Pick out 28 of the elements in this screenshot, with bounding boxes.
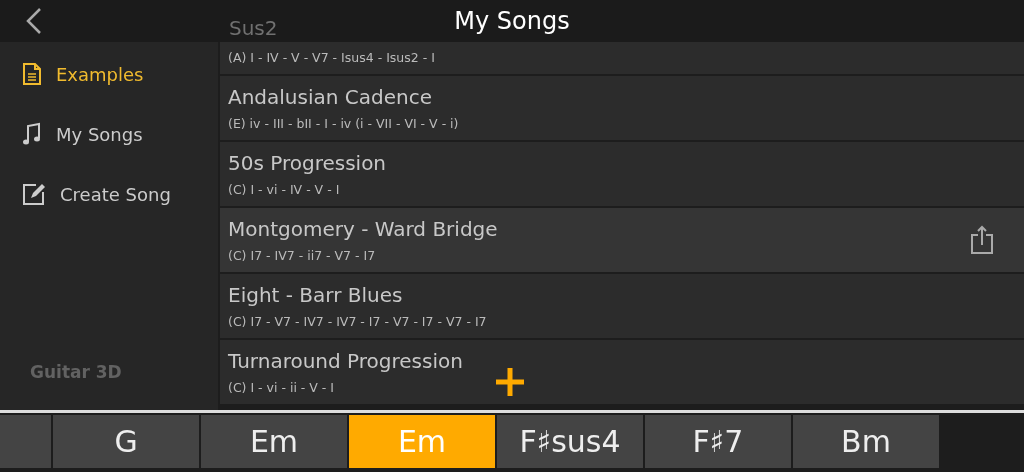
chord-progression: (E) iv - III - bII - I - iv (i - VII - VI - V - i) <box>228 115 459 133</box>
chord-progression: (C) I7 - V7 - IV7 - IV7 - I7 - V7 - I7 - V7 - I7 <box>228 313 487 331</box>
sidebar-item[interactable]: Create Song <box>0 164 218 224</box>
sidebar-item[interactable]: Examples <box>0 44 218 104</box>
song-row[interactable]: 50s Progression (C) I - vi - IV - V - I <box>220 142 1024 206</box>
song-row[interactable]: Turnaround Progression (C) I - vi - ii - V - I <box>220 340 1024 404</box>
song-row[interactable]: Eight - Barr Blues (C) I7 - V7 - IV7 - IV7 - I7 - V7 - I7 - V7 - I7 <box>220 274 1024 338</box>
chord-key[interactable]: G <box>53 415 199 468</box>
chord-progression: (C) I - vi - IV - V - I <box>228 181 341 199</box>
screen-title: My Songs <box>454 7 570 35</box>
chord-progression: (C) I7 - IV7 - ii7 - V7 - I7 <box>228 247 377 265</box>
song-title: Sus2 <box>228 15 278 40</box>
song-row[interactable]: Andalusian Cadence (E) iv - III - bII - I - iv (i - VII - VI - V - i) <box>220 76 1024 140</box>
song-title: Andalusian Cadence <box>228 84 433 111</box>
song-row[interactable]: Montgomery - Ward Bridge (C) I7 - IV7 - ii7 - V7 - I7 <box>220 208 1024 272</box>
song-title: Montgomery - Ward Bridge <box>228 216 498 243</box>
chord-progression: (A) I - IV - V - V7 - Isus4 - Isus2 - I <box>228 49 435 67</box>
chord-key[interactable]: Em <box>201 415 347 468</box>
chord-progression: (C) I - vi - ii - V - I <box>228 379 336 397</box>
chord-key[interactable]: F♯sus4 <box>497 415 643 468</box>
song-title: Turnaround Progression <box>228 348 463 375</box>
song-title: 50s Progression <box>228 150 387 177</box>
chord-key[interactable]: Bm <box>793 415 939 468</box>
chord-key[interactable]: F♯7 <box>645 415 791 468</box>
song-row[interactable]: (A) I - IV - V - V7 - Isus4 - Isus2 - I <box>220 42 1024 74</box>
song-title: Eight - Barr Blues <box>228 282 404 309</box>
sidebar-item[interactable]: My Songs <box>0 104 218 164</box>
app-name: Guitar 3D <box>29 362 123 384</box>
